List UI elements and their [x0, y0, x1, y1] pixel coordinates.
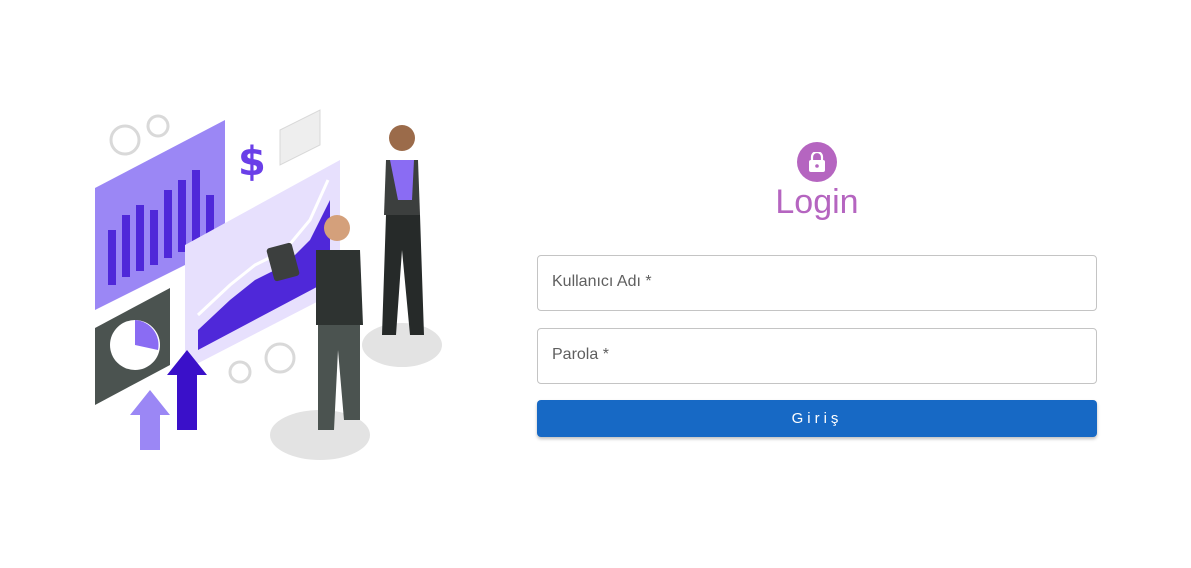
woman-figure [382, 125, 424, 335]
username-field[interactable]: Kullanıcı Adı * [537, 255, 1097, 311]
document-icon [279, 109, 321, 166]
page-title: Login [775, 183, 859, 221]
pie-chart-panel [95, 288, 170, 405]
lock-icon [809, 152, 825, 172]
password-input[interactable] [538, 329, 1096, 383]
hero-illustration: $ [80, 100, 460, 470]
dollar-icon: $ [238, 139, 266, 185]
password-field[interactable]: Parola * [537, 328, 1097, 384]
login-button[interactable]: Giriş [537, 400, 1097, 437]
lock-avatar [797, 142, 837, 182]
analytics-illustration: $ [95, 109, 442, 460]
username-input[interactable] [538, 256, 1096, 310]
